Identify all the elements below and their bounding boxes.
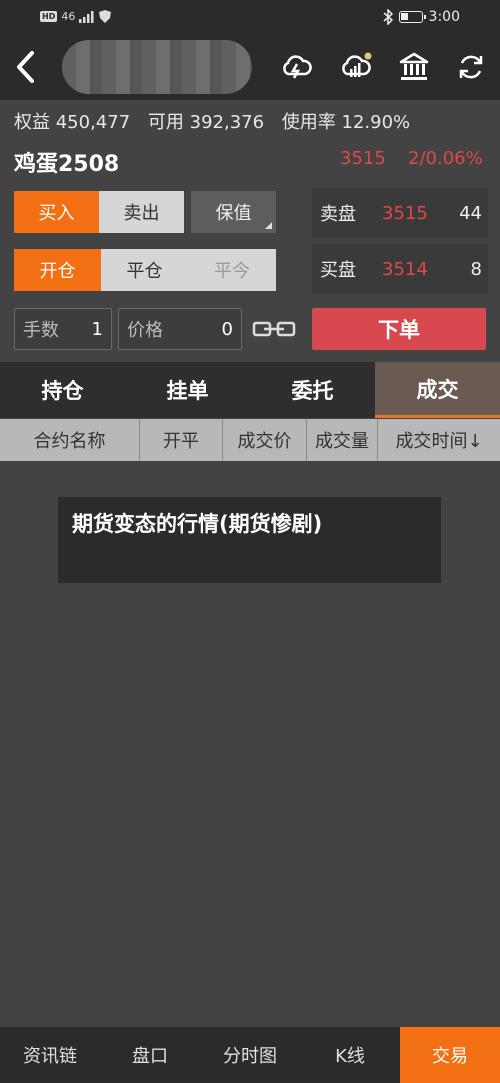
contract-name[interactable]: 鸡蛋2508 (14, 146, 119, 178)
place-order-button[interactable]: 下单 (312, 308, 486, 350)
col-open-close[interactable]: 开平 (140, 419, 223, 461)
records-tabs: 持仓 挂单 委托 成交 (0, 362, 500, 418)
price-field[interactable]: 价格 0 (118, 308, 242, 350)
back-arrow-icon[interactable] (12, 48, 40, 86)
col-trade-volume[interactable]: 成交量 (307, 419, 378, 461)
ask-row[interactable]: 卖盘 3515 44 (312, 188, 488, 238)
close-today-button[interactable]: 平今 (188, 249, 276, 291)
status-time: 3:00 (428, 9, 460, 25)
price-value: 0 (221, 318, 233, 340)
bid-label: 买盘 (320, 260, 356, 281)
cloud-lightning-icon[interactable] (279, 50, 313, 84)
bluetooth-icon (383, 9, 393, 25)
tab-trades[interactable]: 成交 (375, 362, 500, 418)
ask-volume: 44 (459, 202, 482, 224)
col-trade-price[interactable]: 成交价 (223, 419, 307, 461)
bank-icon[interactable] (397, 50, 431, 84)
tab-pending[interactable]: 挂单 (125, 362, 250, 418)
buy-button[interactable]: 买入 (14, 191, 99, 233)
nav-trade[interactable]: 交易 (400, 1027, 500, 1083)
tab-positions[interactable]: 持仓 (0, 362, 125, 418)
col-trade-time[interactable]: 成交时间↓ (378, 419, 500, 461)
price-label: 价格 (127, 320, 163, 341)
bottom-nav: 资讯链 盘口 分时图 K线 交易 (0, 1027, 500, 1083)
nav-news[interactable]: 资讯链 (0, 1027, 100, 1083)
price-change: 2/0.06% (408, 148, 483, 169)
col-contract[interactable]: 合约名称 (0, 419, 140, 461)
status-indicators: HD 46 (40, 10, 112, 23)
status-right: 3:00 (383, 9, 460, 25)
ask-price: 3515 (382, 202, 428, 224)
account-summary: 权益 450,477 可用 392,376 使用率 12.90% (14, 108, 422, 134)
open-button[interactable]: 开仓 (14, 249, 101, 291)
ask-label: 卖盘 (320, 204, 356, 225)
usage-text: 使用率 12.90% (281, 112, 411, 133)
battery-icon (398, 11, 426, 23)
equity-text: 权益 450,477 (14, 112, 131, 133)
hedge-dropdown[interactable]: 保值 (191, 191, 276, 233)
hd-icon: HD (40, 11, 58, 22)
signal-icon (79, 10, 94, 23)
sell-button[interactable]: 卖出 (99, 191, 184, 233)
nav-orderbook[interactable]: 盘口 (100, 1027, 200, 1083)
shield-icon (99, 10, 112, 23)
bid-price: 3514 (382, 258, 428, 280)
network-label: 46 (61, 10, 76, 23)
last-price: 3515 (340, 148, 386, 169)
bid-volume: 8 (470, 258, 482, 280)
link-icon[interactable] (252, 318, 296, 340)
table-header: 合约名称 开平 成交价 成交量 成交时间↓ (0, 419, 500, 461)
bid-row[interactable]: 买盘 3514 8 (312, 244, 488, 294)
refresh-icon[interactable] (454, 50, 488, 84)
available-text: 可用 392,376 (147, 112, 265, 133)
quantity-label: 手数 (23, 320, 59, 341)
close-button[interactable]: 平仓 (101, 249, 188, 291)
nav-kline[interactable]: K线 (300, 1027, 400, 1083)
blurred-account-title (62, 40, 252, 94)
cloud-signal-icon[interactable] (338, 50, 372, 84)
quantity-value: 1 (91, 318, 103, 340)
nav-timeshare[interactable]: 分时图 (200, 1027, 300, 1083)
overlay-caption: 期货变态的行情(期货惨剧) (58, 497, 441, 583)
tab-orders[interactable]: 委托 (250, 362, 375, 418)
quantity-field[interactable]: 手数 1 (14, 308, 112, 350)
overlay-text: 期货变态的行情(期货惨剧) (72, 512, 323, 536)
